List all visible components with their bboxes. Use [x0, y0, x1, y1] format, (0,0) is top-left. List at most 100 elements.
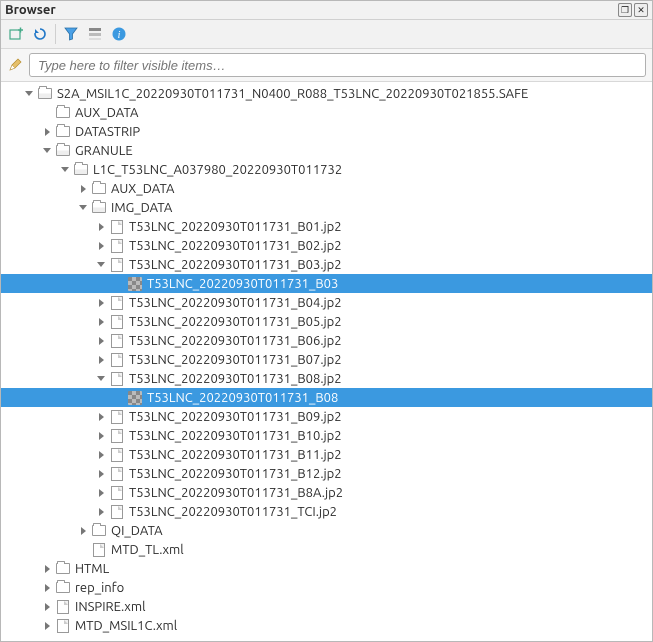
folder-l1c[interactable]: L1C_T53LNC_A037980_20220930T011732: [1, 160, 652, 179]
folder-aux-data-2[interactable]: AUX_DATA: [1, 179, 652, 198]
properties-icon[interactable]: i: [110, 25, 128, 43]
expander-closed-icon[interactable]: [95, 449, 107, 461]
expander-closed-icon[interactable]: [41, 582, 53, 594]
add-layer-icon[interactable]: [7, 25, 25, 43]
folder-closed-icon: [91, 181, 107, 197]
collapse-all-icon[interactable]: [86, 25, 104, 43]
file-stack-icon: [109, 409, 125, 425]
expander-closed-icon[interactable]: [95, 316, 107, 328]
expander-closed-icon[interactable]: [77, 183, 89, 195]
file-b04[interactable]: T53LNC_20220930T011731_B04.jp2: [1, 293, 652, 312]
file-b01[interactable]: T53LNC_20220930T011731_B01.jp2: [1, 217, 652, 236]
filter-icon[interactable]: [62, 25, 80, 43]
tree-item-label: T53LNC_20220930T011731_B05.jp2: [129, 315, 342, 329]
expander-closed-icon[interactable]: [95, 430, 107, 442]
folder-img-data[interactable]: IMG_DATA: [1, 198, 652, 217]
tree-item-label: rep_info: [75, 581, 124, 595]
file-icon: [55, 599, 71, 615]
expander-closed-icon[interactable]: [95, 411, 107, 423]
file-stack-icon: [109, 257, 125, 273]
filter-input[interactable]: [29, 53, 646, 77]
expander-closed-icon[interactable]: [95, 297, 107, 309]
file-b06[interactable]: T53LNC_20220930T011731_B06.jp2: [1, 331, 652, 350]
file-b09[interactable]: T53LNC_20220930T011731_B09.jp2: [1, 407, 652, 426]
folder-datastrip[interactable]: DATASTRIP: [1, 122, 652, 141]
refresh-icon[interactable]: [31, 25, 49, 43]
file-b8a[interactable]: T53LNC_20220930T011731_B8A.jp2: [1, 483, 652, 502]
undock-icon[interactable]: ❐: [618, 3, 632, 17]
tree-item-label: T53LNC_20220930T011731_B09.jp2: [129, 410, 342, 424]
expander-closed-icon[interactable]: [95, 354, 107, 366]
folder-granule[interactable]: GRANULE: [1, 141, 652, 160]
tree-item-label: GRANULE: [75, 144, 133, 158]
file-stack-icon: [109, 333, 125, 349]
tree-item-label: T53LNC_20220930T011731_B06.jp2: [129, 334, 342, 348]
file-b07[interactable]: T53LNC_20220930T011731_B07.jp2: [1, 350, 652, 369]
expander-closed-icon[interactable]: [41, 620, 53, 632]
file-mtd-tl[interactable]: MTD_TL.xml: [1, 540, 652, 559]
file-b08[interactable]: T53LNC_20220930T011731_B08.jp2: [1, 369, 652, 388]
expander-closed-icon[interactable]: [95, 335, 107, 347]
expander-closed-icon[interactable]: [95, 221, 107, 233]
tree-item-label: T53LNC_20220930T011731_B10.jp2: [129, 429, 342, 443]
raster-icon: [127, 390, 143, 406]
folder-closed-icon: [55, 124, 71, 140]
file-stack-icon: [109, 238, 125, 254]
file-b10[interactable]: T53LNC_20220930T011731_B10.jp2: [1, 426, 652, 445]
toolbar-separator: [55, 24, 56, 44]
tree-item-label: INSPIRE.xml: [75, 600, 145, 614]
file-mtd-msil1c[interactable]: MTD_MSIL1C.xml: [1, 616, 652, 635]
expander-closed-icon[interactable]: [95, 240, 107, 252]
svg-text:i: i: [118, 30, 121, 41]
file-tci[interactable]: T53LNC_20220930T011731_TCI.jp2: [1, 502, 652, 521]
folder-qi-data[interactable]: QI_DATA: [1, 521, 652, 540]
tree-item-label: S2A_MSIL1C_20220930T011731_N0400_R088_T5…: [57, 87, 528, 101]
file-b05[interactable]: T53LNC_20220930T011731_B05.jp2: [1, 312, 652, 331]
tree-item-label: HTML: [75, 562, 109, 576]
file-tree[interactable]: S2A_MSIL1C_20220930T011731_N0400_R088_T5…: [1, 82, 652, 641]
file-b12[interactable]: T53LNC_20220930T011731_B12.jp2: [1, 464, 652, 483]
raster-b08[interactable]: T53LNC_20220930T011731_B08: [1, 388, 652, 407]
raster-icon: [127, 276, 143, 292]
filter-row: [1, 49, 652, 82]
folder-rep-info[interactable]: rep_info: [1, 578, 652, 597]
tree-item-label: T53LNC_20220930T011731_B04.jp2: [129, 296, 342, 310]
raster-b03[interactable]: T53LNC_20220930T011731_B03: [1, 274, 652, 293]
file-stack-icon: [109, 428, 125, 444]
expander-closed-icon[interactable]: [95, 506, 107, 518]
tree-item-label: T53LNC_20220930T011731_B08.jp2: [129, 372, 342, 386]
folder-open-icon: [55, 143, 71, 159]
close-icon[interactable]: ✕: [634, 3, 648, 17]
folder-closed-icon: [55, 105, 71, 121]
folder-safe[interactable]: S2A_MSIL1C_20220930T011731_N0400_R088_T5…: [1, 84, 652, 103]
tree-item-label: T53LNC_20220930T011731_B07.jp2: [129, 353, 342, 367]
expander-closed-icon[interactable]: [95, 468, 107, 480]
folder-closed-icon: [55, 580, 71, 596]
expander-open-icon[interactable]: [77, 202, 89, 214]
file-stack-icon: [55, 618, 71, 634]
file-stack-icon: [109, 504, 125, 520]
expander-open-icon[interactable]: [23, 88, 35, 100]
file-b03[interactable]: T53LNC_20220930T011731_B03.jp2: [1, 255, 652, 274]
folder-aux-data[interactable]: AUX_DATA: [1, 103, 652, 122]
tree-item-label: L1C_T53LNC_A037980_20220930T011732: [93, 163, 342, 177]
expander-closed-icon[interactable]: [41, 126, 53, 138]
expander-closed-icon[interactable]: [77, 525, 89, 537]
file-b11[interactable]: T53LNC_20220930T011731_B11.jp2: [1, 445, 652, 464]
file-inspire[interactable]: INSPIRE.xml: [1, 597, 652, 616]
folder-closed-icon: [55, 561, 71, 577]
expander-open-icon[interactable]: [59, 164, 71, 176]
tree-item-label: DATASTRIP: [75, 125, 140, 139]
expander-closed-icon[interactable]: [41, 563, 53, 575]
expander-closed-icon[interactable]: [95, 487, 107, 499]
tree-item-label: T53LNC_20220930T011731_B08: [147, 391, 338, 405]
expander-open-icon[interactable]: [95, 373, 107, 385]
file-stack-icon: [109, 314, 125, 330]
file-stack-icon: [109, 219, 125, 235]
expander-closed-icon[interactable]: [41, 601, 53, 613]
folder-html[interactable]: HTML: [1, 559, 652, 578]
file-b02[interactable]: T53LNC_20220930T011731_B02.jp2: [1, 236, 652, 255]
expander-open-icon[interactable]: [41, 145, 53, 157]
tree-item-label: T53LNC_20220930T011731_B03: [147, 277, 338, 291]
expander-open-icon[interactable]: [95, 259, 107, 271]
